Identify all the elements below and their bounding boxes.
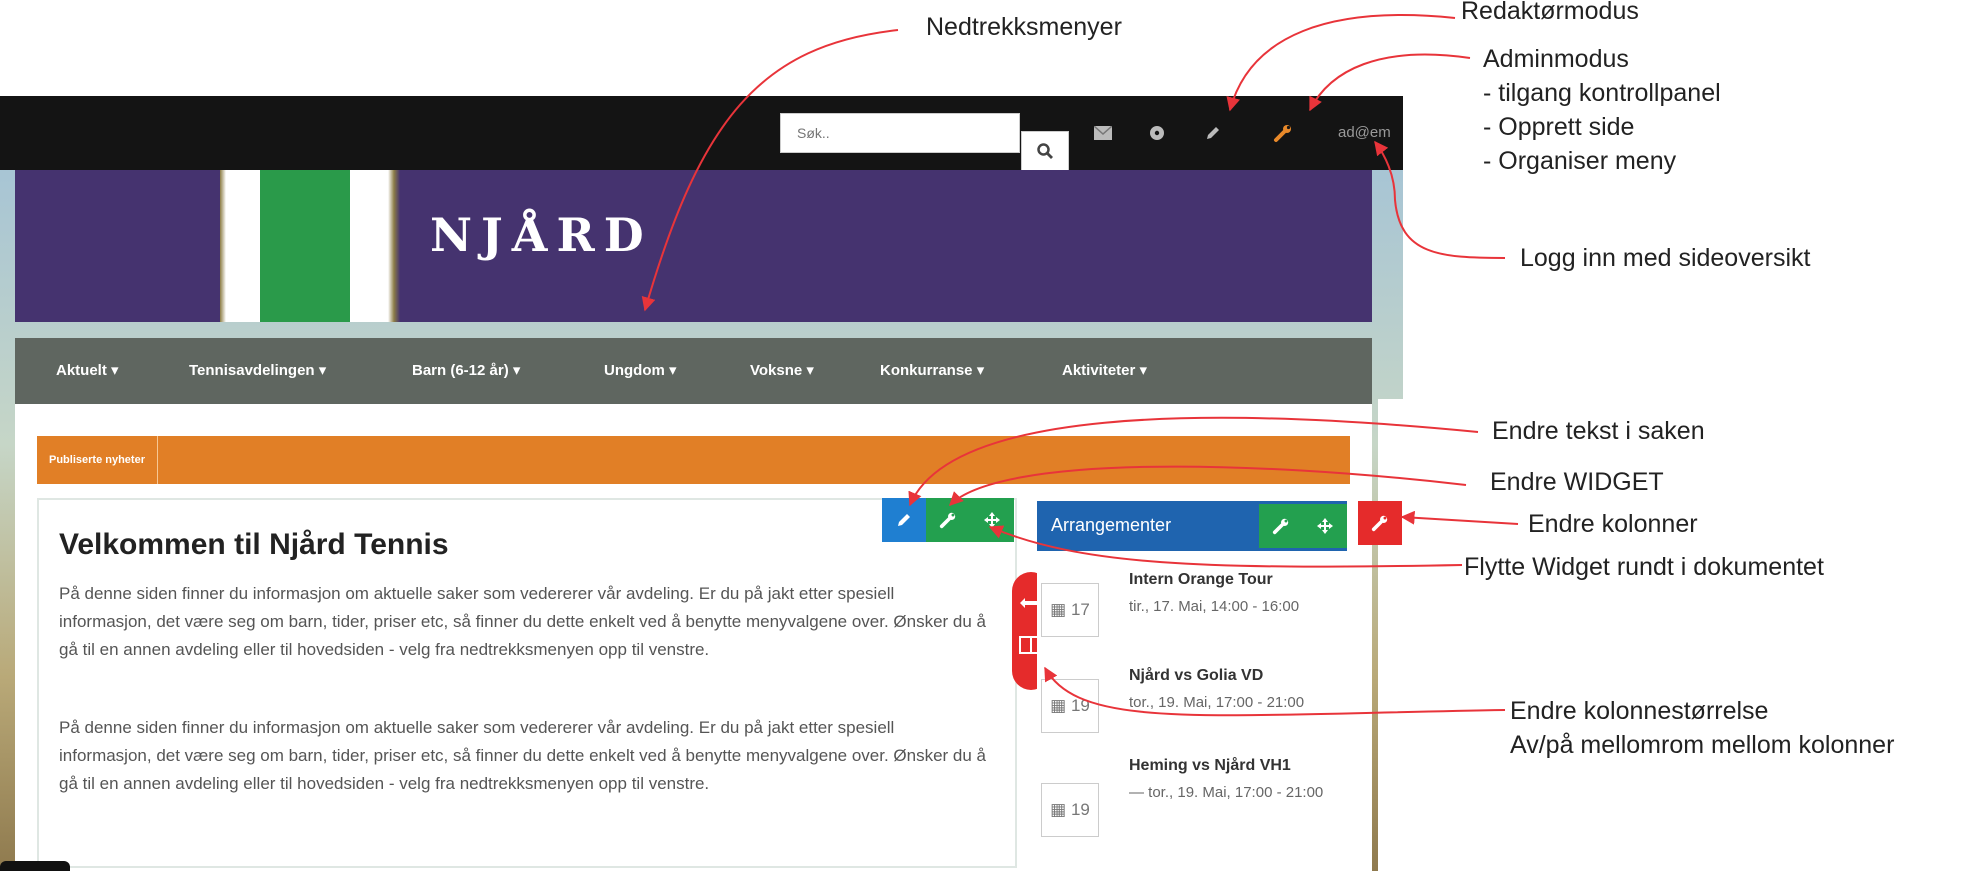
annotation-kolonnestorrelse-line: Av/på mellomrom mellom kolonner: [1510, 731, 1895, 759]
annotation-nedtrekksmenyer: Nedtrekksmenyer: [926, 13, 1122, 41]
arrow-admin: [1309, 53, 1471, 112]
annotation-adminmodus: Adminmodus - tilgang kontrollpanel - Opp…: [1483, 42, 1721, 178]
annotation-kolonnestorrelse: Endre kolonnestørrelse Av/på mellomrom m…: [1510, 694, 1894, 762]
annotation-adminmodus-line: - Opprett side: [1483, 113, 1635, 141]
annotation-adminmodus-line: - Organiser meny: [1483, 147, 1677, 175]
arrow-redaktor: [1226, 14, 1456, 112]
annotation-endre-tekst: Endre tekst i saken: [1492, 417, 1705, 445]
annotated-screenshot: ad@em NJÅRD Aktuelt ▾ Tennisavdelingen ▾…: [0, 0, 1963, 871]
annotation-kolonnestorrelse-line: Endre kolonnestørrelse: [1510, 697, 1769, 725]
annotation-redaktormodus: Redaktørmodus: [1461, 0, 1639, 25]
annotation-endre-widget: Endre WIDGET: [1490, 468, 1664, 496]
annotation-endre-kolonner: Endre kolonner: [1528, 510, 1698, 538]
arrow-flytte-widget: [988, 525, 1463, 568]
annotation-adminmodus-line: Adminmodus: [1483, 45, 1629, 73]
annotation-flytte-widget: Flytte Widget rundt i dokumentet: [1464, 553, 1824, 581]
arrow-nedtrekksmenyer: [641, 29, 899, 312]
annotation-adminmodus-line: - tilgang kontrollpanel: [1483, 79, 1721, 107]
arrow-endre-tekst: [908, 416, 1479, 507]
arrow-endre-kolonner: [1400, 510, 1519, 525]
annotation-logg-inn: Logg inn med sideoversikt: [1520, 244, 1811, 272]
arrow-kolonnestorrelse: [1044, 666, 1506, 717]
arrow-endre-widget: [949, 465, 1467, 506]
